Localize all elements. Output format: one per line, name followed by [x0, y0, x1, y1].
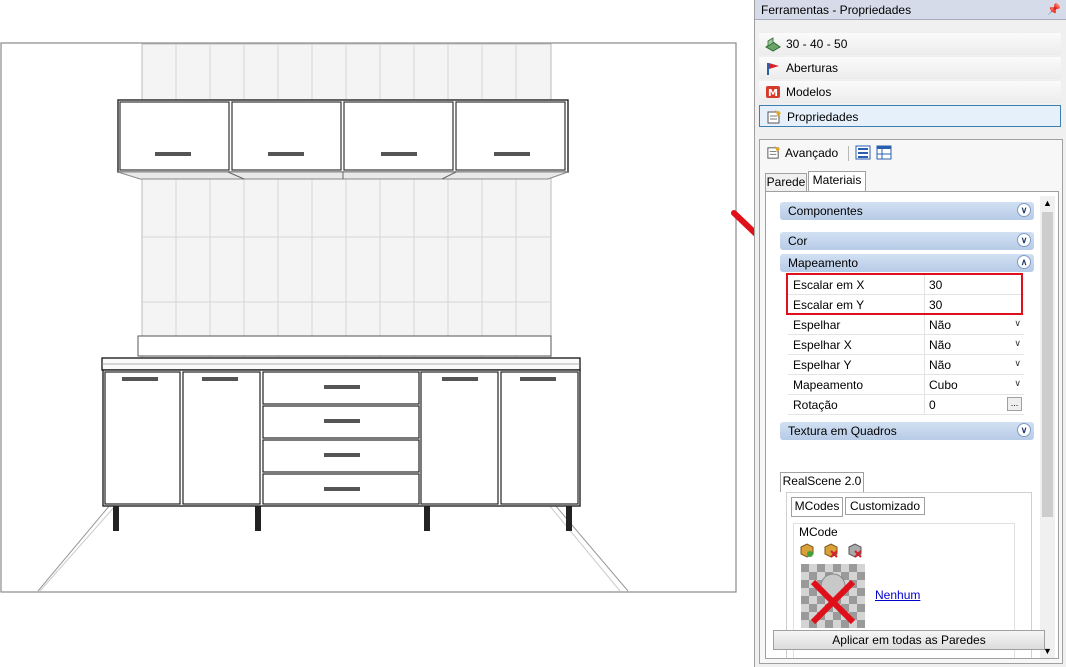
- nav-label: Propriedades: [787, 110, 859, 124]
- prop-key: Espelhar X: [793, 338, 852, 352]
- nav-item-aberturas[interactable]: Aberturas: [759, 57, 1061, 79]
- ellipsis-button[interactable]: ...: [1007, 397, 1022, 411]
- prop-row-mirror-x: Espelhar X Não ∨: [788, 335, 1024, 355]
- pin-icon[interactable]: 📌: [1047, 3, 1061, 16]
- svg-text:M: M: [768, 88, 778, 99]
- expand-chevron-icon[interactable]: ∨: [1017, 203, 1031, 217]
- tab-realscene[interactable]: RealScene 2.0: [780, 472, 864, 492]
- tab-customizado[interactable]: Customizado: [845, 497, 925, 515]
- nav-label: 30 - 40 - 50: [786, 37, 848, 51]
- scroll-thumb[interactable]: [1042, 212, 1053, 517]
- group-componentes[interactable]: Componentes ∨: [780, 202, 1034, 220]
- panel-title-bar: Ferramentas - Propriedades 📌: [755, 0, 1066, 20]
- room-3d-icon: [765, 37, 781, 52]
- remove-mcode-icon[interactable]: [823, 542, 839, 558]
- expand-chevron-icon[interactable]: ∨: [1017, 233, 1031, 247]
- apply-all-walls-button[interactable]: Aplicar em todas as Paredes: [773, 630, 1045, 650]
- vertical-scrollbar[interactable]: ▲ ▼: [1040, 196, 1055, 658]
- nav-label: Modelos: [786, 85, 832, 99]
- clear-mcode-icon[interactable]: [847, 542, 863, 558]
- prop-row-mapping: Mapeamento Cubo ∨: [788, 375, 1024, 395]
- list-view-icon[interactable]: [855, 145, 871, 160]
- kitchen-drawing: [0, 42, 737, 593]
- tab-parede[interactable]: Parede: [765, 173, 807, 191]
- toolbar-separator: [848, 146, 849, 161]
- nav-item-propriedades[interactable]: Propriedades: [759, 105, 1061, 127]
- prop-row-mirror: Espelhar Não ∨: [788, 315, 1024, 335]
- tab-mcodes[interactable]: MCodes: [791, 497, 843, 517]
- material-preview-icon[interactable]: [801, 564, 865, 628]
- prop-key: Mapeamento: [793, 378, 864, 392]
- group-label: Textura em Quadros: [788, 424, 897, 438]
- group-label: Componentes: [788, 204, 863, 218]
- add-mcode-icon[interactable]: [799, 542, 815, 558]
- prop-key: Espelhar: [793, 318, 841, 332]
- rotation-field[interactable]: 0...: [924, 395, 1024, 414]
- mirror-x-select[interactable]: Não ∨: [924, 335, 1024, 354]
- group-label: Cor: [788, 234, 808, 248]
- models-m-icon: M: [766, 86, 780, 99]
- table-view-icon[interactable]: [876, 145, 892, 160]
- group-textura[interactable]: Textura em Quadros ∨: [780, 422, 1034, 440]
- expand-chevron-icon[interactable]: ∨: [1017, 423, 1031, 437]
- nav-label: Aberturas: [786, 61, 839, 75]
- mcode-label: MCode: [799, 525, 838, 539]
- group-cor[interactable]: Cor ∨: [780, 232, 1034, 250]
- group-label: Mapeamento: [788, 256, 859, 270]
- prop-key: Espelhar Y: [793, 358, 852, 372]
- advanced-properties-icon[interactable]: [766, 145, 781, 160]
- toolbar: Avançado: [760, 140, 1062, 166]
- group-mapeamento[interactable]: Mapeamento ∧: [780, 254, 1034, 272]
- mirror-select[interactable]: Não ∨: [924, 315, 1024, 334]
- nav-item-rooms[interactable]: 30 - 40 - 50: [759, 33, 1061, 55]
- properties-sheet-icon: [767, 110, 781, 124]
- panel-title: Ferramentas - Propriedades: [761, 3, 912, 17]
- chevron-down-icon[interactable]: ∨: [1014, 338, 1021, 349]
- mapping-select[interactable]: Cubo ∨: [924, 375, 1024, 394]
- prop-value: Não: [929, 338, 952, 352]
- advanced-button[interactable]: Avançado: [785, 146, 838, 160]
- collapse-chevron-icon[interactable]: ∧: [1017, 255, 1031, 269]
- none-material-link[interactable]: Nenhum: [875, 588, 920, 602]
- materiais-tab-content: Componentes ∨ Cor ∨ Mapeamento ∧ ▲ ▼ Tex…: [765, 191, 1059, 659]
- prop-row-rotation: Rotação 0...: [788, 395, 1024, 415]
- 3d-viewport[interactable]: [0, 42, 737, 593]
- mirror-y-select[interactable]: Não ∨: [924, 355, 1024, 374]
- chevron-down-icon[interactable]: ∨: [1014, 378, 1021, 389]
- prop-value: Não: [929, 358, 952, 372]
- nav-item-modelos[interactable]: M Modelos: [759, 81, 1061, 103]
- prop-value: Cubo: [929, 378, 958, 392]
- scroll-up-arrow-icon[interactable]: ▲: [1040, 196, 1055, 210]
- prop-value: 0: [929, 398, 936, 412]
- door-flag-icon: [767, 63, 779, 75]
- chevron-down-icon[interactable]: ∨: [1014, 318, 1021, 329]
- highlight-annotation: [786, 273, 1023, 315]
- tab-materiais[interactable]: Materiais: [808, 171, 866, 191]
- chevron-down-icon[interactable]: ∨: [1014, 358, 1021, 369]
- prop-row-mirror-y: Espelhar Y Não ∨: [788, 355, 1024, 375]
- prop-key: Rotação: [793, 398, 838, 412]
- prop-value: Não: [929, 318, 952, 332]
